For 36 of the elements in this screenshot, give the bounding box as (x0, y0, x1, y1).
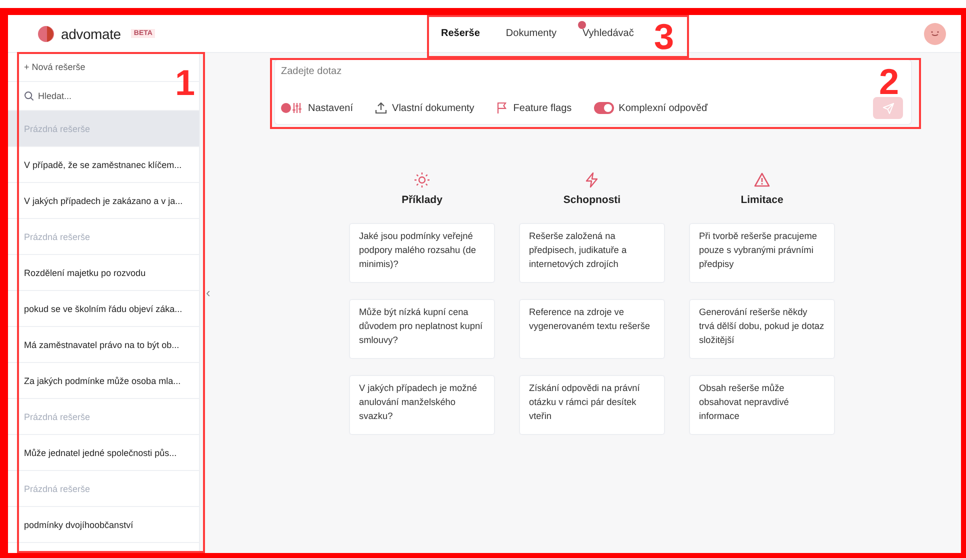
section-heading: Schopnosti (563, 194, 621, 206)
tool-button[interactable]: Feature flags (496, 102, 572, 114)
sun-icon (414, 172, 430, 188)
avatar-icon[interactable] (924, 22, 946, 44)
notification-dot (578, 21, 586, 29)
send-icon (882, 102, 894, 114)
tool-button[interactable]: Nastavení (281, 102, 354, 114)
section-heading: Limitace (740, 194, 784, 206)
nav-tab[interactable]: Rešerše (428, 24, 493, 43)
info-card[interactable]: Jaké jsou podmínky veřejné podpory malého rozsahu (de minimis)? (349, 223, 495, 283)
upload-icon (375, 102, 388, 114)
nav-tab[interactable]: Dokumenty (492, 24, 570, 43)
send-button[interactable] (873, 97, 903, 119)
sliders-icon (281, 102, 303, 114)
lightning-icon (584, 172, 600, 188)
annotation-number: 2 (879, 64, 900, 100)
logo-icon (38, 24, 56, 42)
annotation-number: 3 (654, 19, 674, 55)
warning-icon (754, 172, 770, 188)
info-card[interactable]: Generování rešerše někdy trvá dělší dobu, pokud je dotaz složitější (689, 299, 835, 359)
logo-text: advomate (61, 26, 121, 42)
toggle-label[interactable]: Komplexní odpověď (618, 102, 708, 114)
info-card[interactable]: Obsah rešerše může obsahovat nepravdivé informace (689, 375, 835, 435)
flag-icon (496, 102, 508, 114)
search-icon (24, 91, 34, 101)
info-card[interactable]: Rešerše založená na předpisech, judikatuře a internetových zdrojích (519, 223, 665, 283)
info-card[interactable]: Získání odpovědi na právní otázku v rámci pár desítek vteřin (519, 375, 665, 435)
nav-tab[interactable]: Vyhledávač (570, 24, 647, 43)
info-card[interactable]: Při tvorbě rešerše pracujeme pouze s vybranými právními předpisy (689, 223, 835, 283)
info-card[interactable]: V jakých případech je možné anulování manželského svazku? (349, 375, 495, 435)
toggle-switch[interactable] (594, 102, 614, 114)
query-box[interactable]: Zadejte dotaz Nastavení Vlastní dokumenty Feature flags Komplexní odpověď 2 (274, 59, 912, 125)
info-card[interactable]: Může být nízká kupní cena důvodem pro neplatnost kupní smlouvy? (349, 299, 495, 359)
tool-button[interactable]: Vlastní dokumenty (375, 102, 474, 114)
info-card[interactable]: Reference na zdroje ve vygenerovaném textu rešerše (519, 299, 665, 359)
section-heading: Příklady (402, 194, 442, 206)
